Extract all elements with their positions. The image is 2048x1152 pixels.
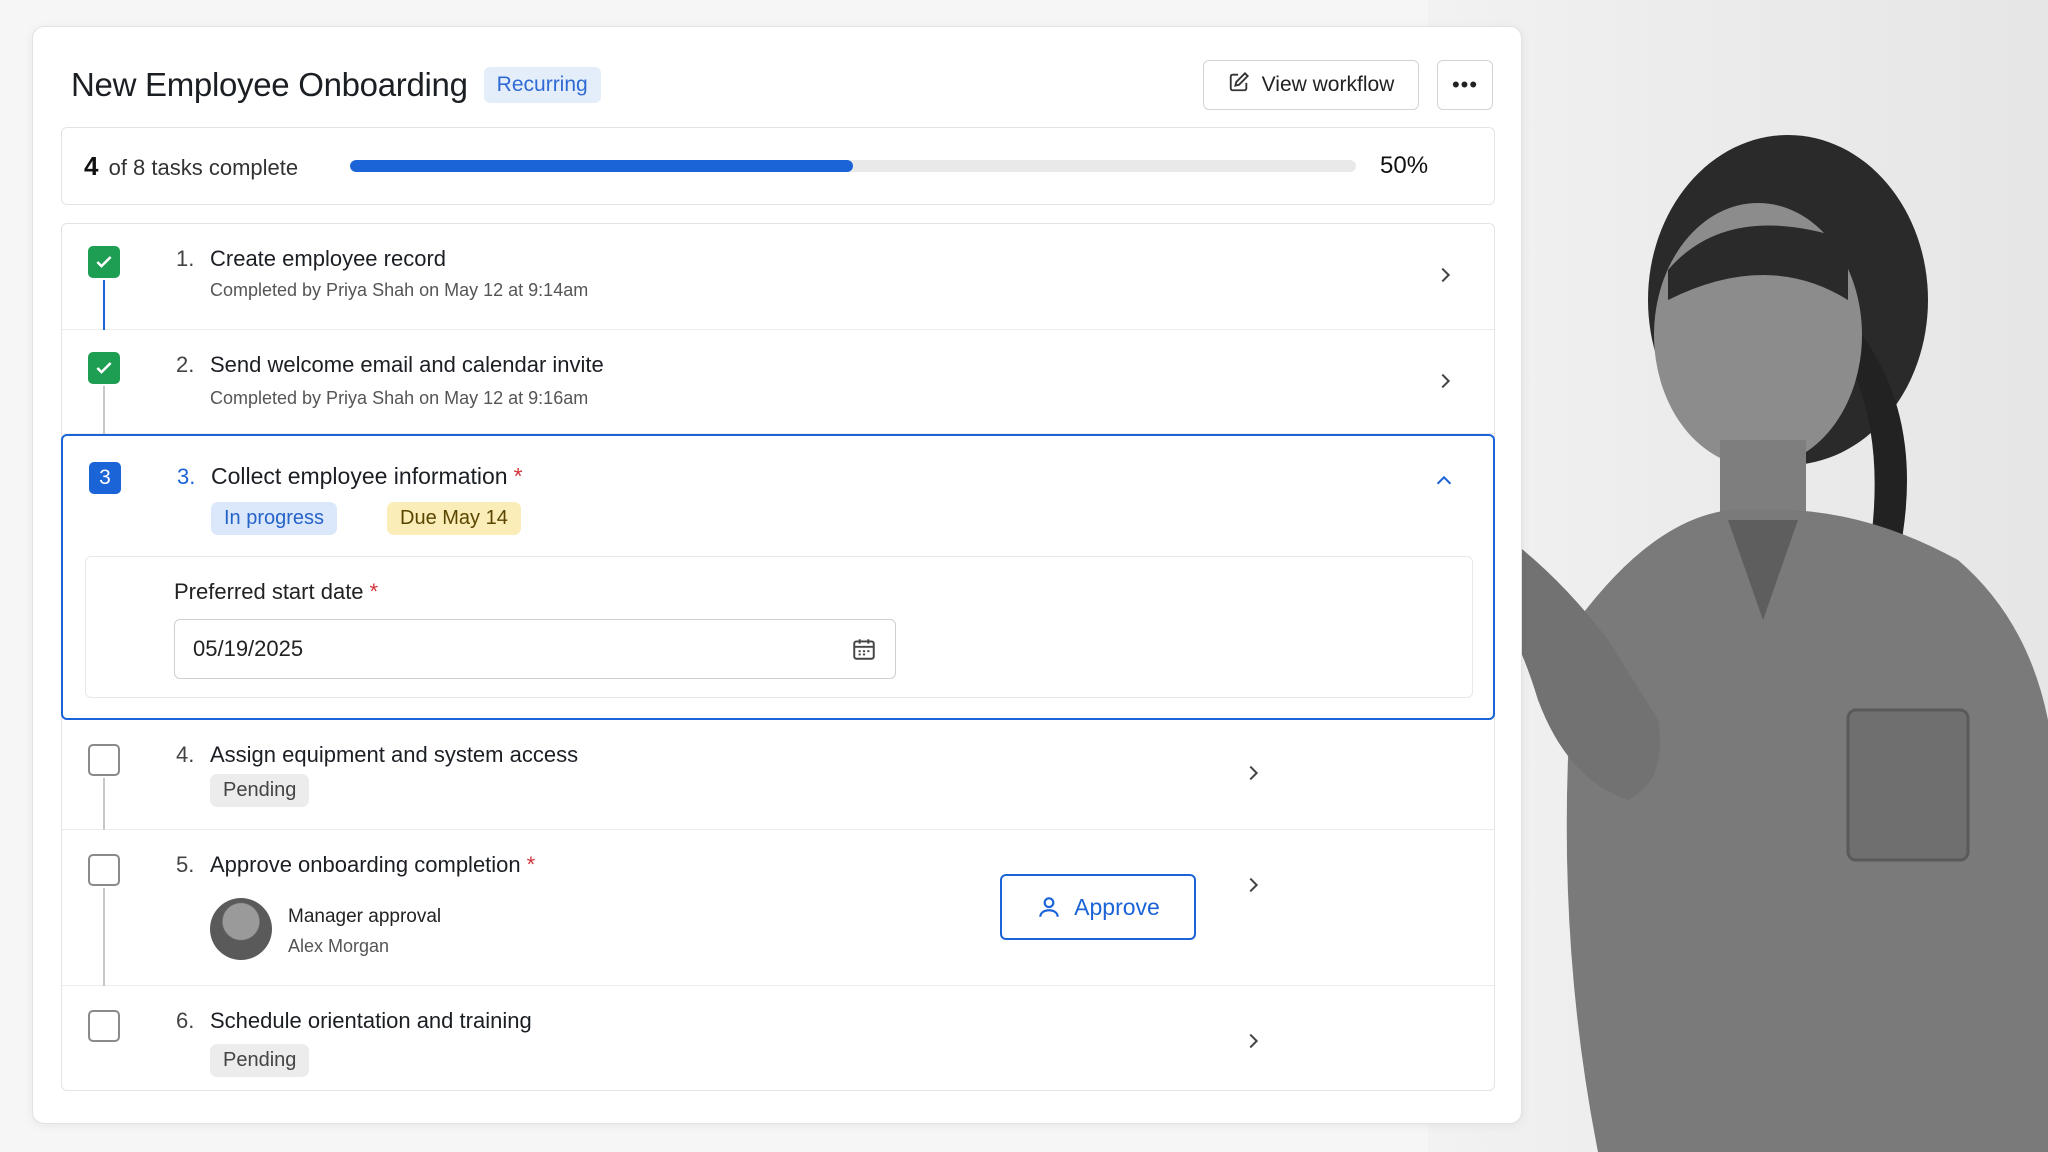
progress-count: 4 [84, 150, 99, 181]
calendar-icon[interactable] [851, 636, 877, 662]
step-connector [103, 386, 105, 434]
more-icon: ••• [1451, 72, 1479, 97]
field-label-text: Preferred start date [174, 579, 364, 604]
task-form: Preferred start date * 05/19/2025 [85, 556, 1473, 698]
task-row[interactable]: 2. Send welcome email and calendar invit… [62, 330, 1494, 434]
task-number: 1. [176, 246, 195, 271]
task-list: 1. Create employee record Completed by P… [61, 223, 1495, 1091]
task-title-text: Approve onboarding completion [210, 852, 521, 877]
step-connector [103, 778, 105, 830]
task-completion-info: Completed by Priya Shah on May 12 at 9:1… [210, 280, 589, 300]
chevron-right-icon[interactable] [1434, 264, 1456, 286]
required-marker: * [526, 852, 536, 877]
task-checkbox[interactable] [88, 1010, 120, 1042]
avatar [210, 898, 272, 960]
status-badge-pending: Pending [210, 1044, 310, 1077]
task-title: Send welcome email and calendar invite [210, 352, 604, 377]
more-options-button[interactable]: ••• [1437, 60, 1493, 110]
chevron-up-icon[interactable] [1433, 470, 1455, 492]
task-number: 5. [176, 852, 195, 877]
step-connector [103, 280, 105, 330]
start-date-value: 05/19/2025 [193, 636, 304, 661]
onboarding-card: New Employee Onboarding Recurring View w… [32, 26, 1522, 1124]
required-marker: * [369, 579, 379, 604]
task-title: Schedule orientation and training [210, 1008, 532, 1033]
view-workflow-label: View workflow [1261, 73, 1395, 96]
field-label: Preferred start date * [174, 579, 378, 605]
task-checkbox-checked[interactable] [88, 352, 120, 384]
task-step-number-badge: 3 [89, 462, 121, 494]
chevron-right-icon[interactable] [1242, 874, 1264, 896]
approver-name: Alex Morgan [288, 936, 390, 956]
task-number: 6. [176, 1008, 195, 1033]
header-actions: View workflow ••• [1203, 60, 1493, 110]
due-date-badge: Due May 14 [387, 502, 521, 535]
status-badge-in-progress: In progress [211, 502, 338, 535]
chevron-right-icon[interactable] [1434, 370, 1456, 392]
task-checkbox[interactable] [88, 854, 120, 886]
progress-bar-fill [350, 160, 853, 172]
recurring-badge: Recurring [483, 67, 601, 103]
page-title: New Employee Onboarding [71, 66, 468, 103]
task-row[interactable]: 4. Assign equipment and system access Pe… [62, 720, 1494, 830]
task-checkbox-checked[interactable] [88, 246, 120, 278]
chevron-right-icon[interactable] [1242, 762, 1264, 784]
task-row-expanded[interactable]: 3 3. Collect employee information * In pr… [61, 434, 1495, 720]
task-completion-info: Completed by Priya Shah on May 12 at 9:1… [210, 388, 589, 408]
status-badge-pending: Pending [210, 774, 310, 807]
task-row[interactable]: 6. Schedule orientation and training Pen… [62, 986, 1494, 1092]
progress-bar [350, 160, 1356, 172]
progress-label: of 8 tasks complete [108, 154, 299, 180]
chevron-right-icon[interactable] [1242, 1030, 1264, 1052]
task-checkbox[interactable] [88, 744, 120, 776]
start-date-input[interactable]: 05/19/2025 [174, 619, 896, 679]
required-marker: * [513, 463, 523, 489]
task-number: 4. [176, 742, 195, 767]
user-icon [1039, 897, 1059, 917]
task-title: Create employee record [210, 246, 447, 271]
task-number: 3. [177, 464, 196, 489]
approve-label: Approve [1074, 893, 1160, 920]
task-number: 2. [176, 352, 195, 377]
edit-icon [1228, 71, 1250, 99]
task-row[interactable]: 1. Create employee record Completed by P… [62, 224, 1494, 330]
step-connector [103, 888, 105, 986]
task-title: Assign equipment and system access [210, 742, 579, 767]
approver-role: Manager approval [288, 906, 442, 927]
progress-percent: 50% [1380, 152, 1429, 179]
check-icon [96, 362, 112, 374]
task-title-text: Collect employee information [211, 463, 508, 489]
progress-text: 4 of 8 tasks complete [84, 151, 334, 182]
task-title: Approve onboarding completion * [210, 852, 535, 878]
progress-summary: 4 of 8 tasks complete 50% [61, 127, 1495, 205]
view-workflow-button[interactable]: View workflow [1203, 60, 1419, 110]
card-header: New Employee Onboarding Recurring View w… [71, 57, 1493, 113]
task-row[interactable]: 5. Approve onboarding completion * Manage… [62, 830, 1494, 986]
check-icon [96, 256, 112, 268]
approve-button[interactable]: Approve [1000, 874, 1196, 940]
task-title: Collect employee information * [211, 463, 523, 490]
